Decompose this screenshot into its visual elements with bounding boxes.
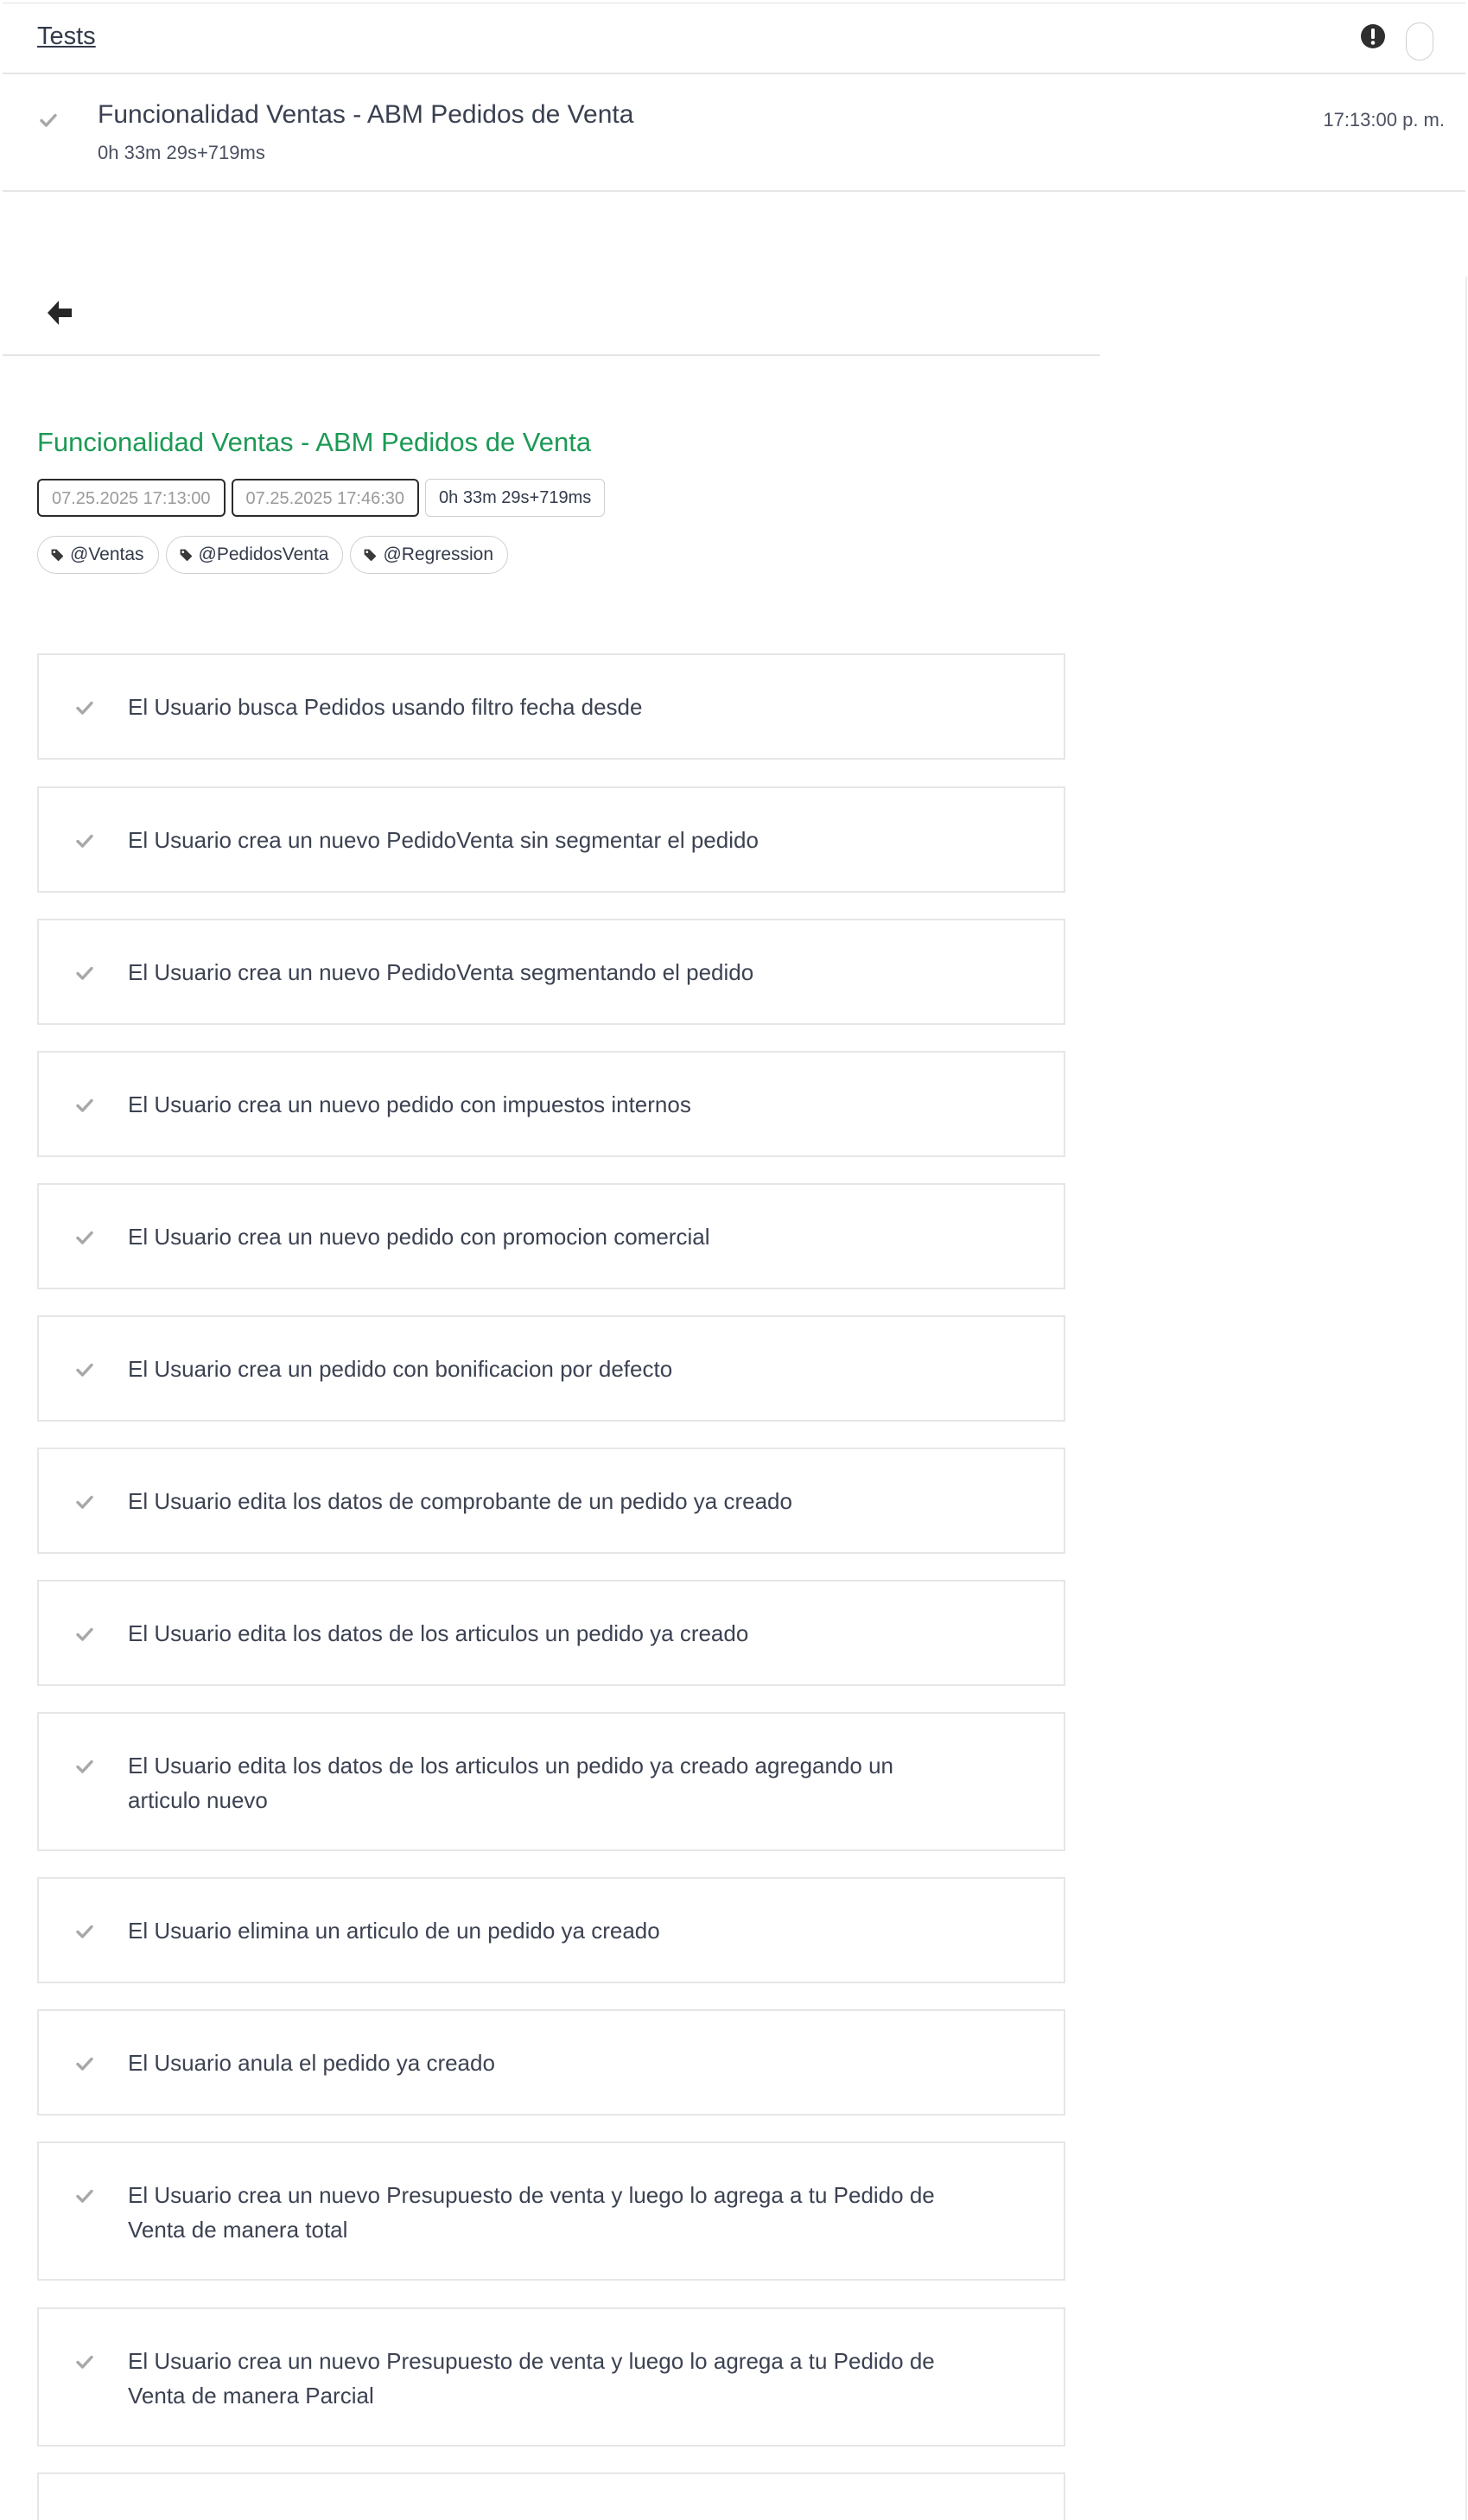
tests-link[interactable]: Tests [37,22,96,51]
step-text: El Usuario edita los datos de los articu… [128,1753,894,1813]
report-page: Tests Funcionalidad Ventas - ABM Pedidos… [0,0,1468,2520]
detail-title: Funcionalidad Ventas - ABM Pedidos de Ve… [37,427,592,457]
check-icon [75,1360,94,1379]
test-name: Funcionalidad Ventas - ABM Pedidos de Ve… [98,100,634,129]
step-text: El Usuario busca Pedidos usando filtro f… [128,694,643,720]
panel-divider [1465,277,1467,2520]
arrow-left-icon[interactable] [44,297,75,328]
check-icon [75,2186,94,2205]
step-text: El Usuario edita los datos de los articu… [128,1620,749,1646]
tag-chip[interactable]: @Regression [350,536,509,574]
check-icon [75,964,94,983]
check-icon [75,698,94,717]
step-item[interactable]: El Usuario edita los datos de comprobant… [37,1448,1065,1554]
step-text: El Usuario anula el pedido ya creado [128,2050,495,2076]
step-text: El Usuario crea un nuevo pedido con impu… [128,1091,691,1117]
check-icon [75,2054,94,2073]
timing-badges: 07.25.2025 17:13:00 07.25.2025 17:46:30 … [37,479,606,519]
step-item[interactable]: El Usuario crea un nuevo Presupuesto de … [37,2307,1065,2447]
tag-chip[interactable]: @Ventas [37,536,159,574]
exclamation-circle-icon[interactable] [1359,22,1387,50]
step-item[interactable]: El Usuario elimina un articulo de un ped… [37,1877,1065,1983]
step-item[interactable]: El Usuario edita los datos de los articu… [37,1580,1065,1686]
step-text: El Usuario crea un nuevo Presupuesto de … [128,2348,935,2409]
start-time-badge: 07.25.2025 17:13:00 [37,479,226,517]
test-duration: 0h 33m 29s+719ms [98,142,265,163]
step-text: El Usuario crea un nuevo PedidoVenta seg… [128,959,754,985]
step-text: El Usuario edita los datos de comprobant… [128,1488,792,1514]
step-item[interactable]: El Usuario crea un nuevo PedidoVenta sin… [37,786,1065,893]
step-text: El Usuario crea un nuevo PedidoVenta sin… [128,827,759,853]
tag-icon [180,549,192,561]
check-icon [75,1096,94,1115]
tag-label: @PedidosVenta [198,544,329,564]
step-text: El Usuario crea un pedido con bonificaci… [128,1356,673,1382]
step-item[interactable]: El Usuario edita los datos de los articu… [37,1712,1065,1851]
check-icon [75,1625,94,1644]
detail-toolbar [3,277,1100,356]
tag-icon[interactable] [1406,22,1433,60]
step-text: El Usuario elimina un articulo de un ped… [128,1918,660,1944]
tag-list: @Ventas @PedidosVenta @Regression [37,536,509,574]
step-text: El Usuario crea un nuevo Presupuesto de … [128,2182,935,2243]
step-item[interactable]: El Usuario anula el pedido ya creado [37,2009,1065,2116]
check-icon [75,831,94,850]
tag-label: @Regression [383,544,494,564]
step-item[interactable]: El Usuario crea un nuevo pedido con impu… [37,1051,1065,1157]
step-item[interactable]: El Usuario crea un nuevo Presupuesto de … [37,2141,1065,2281]
step-item[interactable] [37,2472,1065,2520]
step-item[interactable]: El Usuario crea un nuevo PedidoVenta seg… [37,919,1065,1025]
check-icon [75,1757,94,1776]
tag-chip[interactable]: @PedidosVenta [165,536,344,574]
check-icon [75,1228,94,1247]
tag-label: @Ventas [70,544,144,564]
step-text: El Usuario crea un nuevo pedido con prom… [128,1224,710,1250]
tag-icon [51,549,64,561]
tag-icon [365,549,377,561]
top-header: Tests [3,3,1465,74]
end-time-badge: 07.25.2025 17:46:30 [231,479,420,517]
step-item[interactable]: El Usuario busca Pedidos usando filtro f… [37,653,1065,760]
test-time: 17:13:00 p. m. [1323,109,1445,130]
test-list-item[interactable]: Funcionalidad Ventas - ABM Pedidos de Ve… [3,76,1465,192]
check-icon [75,2352,94,2371]
step-item[interactable]: El Usuario crea un nuevo pedido con prom… [37,1183,1065,1289]
check-icon [75,1492,94,1511]
duration-badge: 0h 33m 29s+719ms [425,479,606,517]
step-item[interactable]: El Usuario crea un pedido con bonificaci… [37,1315,1065,1422]
check-icon [39,111,58,130]
check-icon [75,1922,94,1941]
